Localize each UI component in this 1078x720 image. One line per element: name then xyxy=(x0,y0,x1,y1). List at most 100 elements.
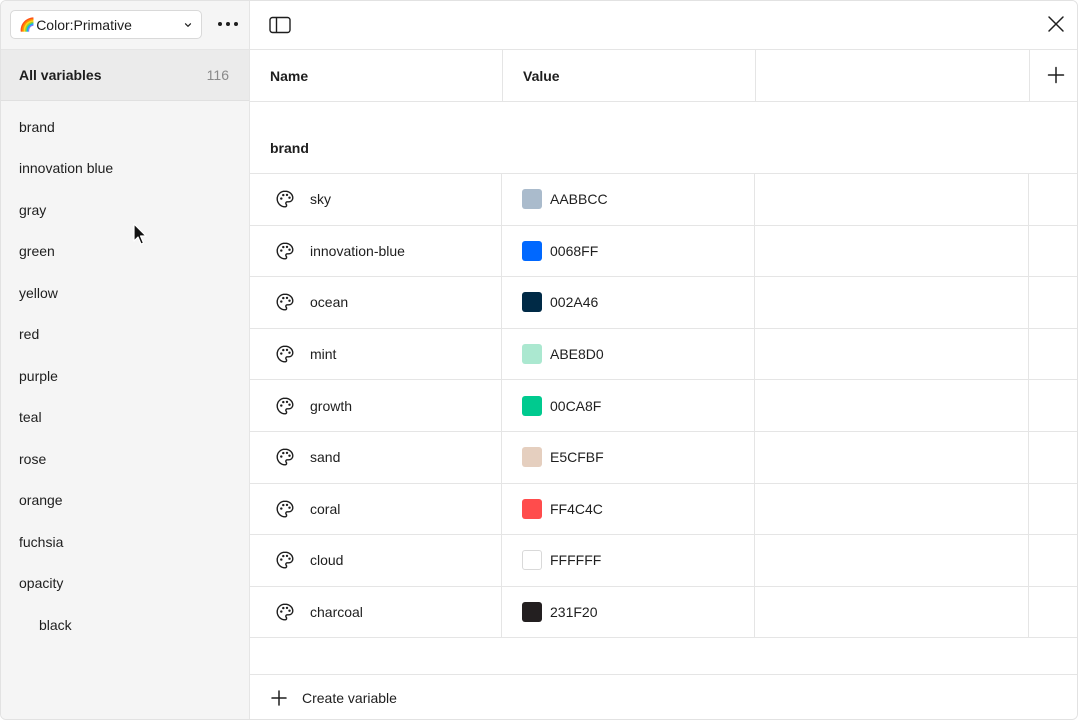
column-header-name[interactable]: Name xyxy=(270,50,308,101)
color-swatch[interactable] xyxy=(522,344,542,365)
sidebar-item-orange[interactable]: orange xyxy=(1,480,249,522)
table-row[interactable]: sky AABBCC xyxy=(250,174,1077,226)
cursor-icon xyxy=(133,223,147,245)
color-hex-value: AABBCC xyxy=(550,191,608,208)
sidebar-item-green[interactable]: green xyxy=(1,231,249,273)
variable-name: sand xyxy=(310,449,341,466)
palette-icon xyxy=(276,500,294,518)
empty-mode-cell[interactable] xyxy=(755,277,1029,328)
palette-icon xyxy=(276,190,294,208)
empty-mode-cell[interactable] xyxy=(755,328,1029,380)
color-hex-value: 0068FF xyxy=(550,242,599,259)
empty-mode-cell[interactable] xyxy=(755,225,1029,277)
color-swatch[interactable] xyxy=(522,447,542,468)
table-row[interactable]: charcoal 231F20 xyxy=(250,586,1077,639)
variable-value-cell[interactable]: 002A46 xyxy=(502,277,755,328)
group-list: brand innovation blue gray green yellow … xyxy=(1,106,249,646)
variable-name-cell[interactable]: innovation-blue xyxy=(250,225,502,277)
sidebar-item-red[interactable]: red xyxy=(1,314,249,356)
color-swatch[interactable] xyxy=(522,292,542,313)
column-header-value[interactable]: Value xyxy=(523,50,560,101)
variable-name: mint xyxy=(310,346,337,363)
sidebar-item-teal[interactable]: teal xyxy=(1,397,249,439)
variable-name-cell[interactable]: growth xyxy=(250,380,502,431)
color-swatch[interactable] xyxy=(522,498,542,519)
collection-select[interactable]: 🌈 Color:Primative xyxy=(10,10,202,39)
color-swatch[interactable] xyxy=(522,189,542,210)
sidebar-item-innovation-blue[interactable]: innovation blue xyxy=(1,148,249,190)
palette-icon xyxy=(276,293,294,311)
sidebar-item-rose[interactable]: rose xyxy=(1,438,249,480)
color-swatch[interactable] xyxy=(522,395,542,416)
table-row[interactable]: ocean 002A46 xyxy=(250,277,1077,329)
create-variable-label: Create variable xyxy=(302,690,397,706)
color-hex-value: E5CFBF xyxy=(550,449,604,466)
create-variable-button[interactable]: Create variable xyxy=(250,674,1077,719)
sidebar-item-brand[interactable]: brand xyxy=(1,106,249,148)
table-row[interactable]: cloud FFFFFF xyxy=(250,535,1077,587)
close-icon[interactable] xyxy=(1047,15,1065,33)
empty-mode-cell[interactable] xyxy=(755,174,1029,225)
sidebar-item-fuchsia[interactable]: fuchsia xyxy=(1,521,249,563)
all-variables-item[interactable]: All variables 116 xyxy=(1,50,249,101)
column-divider xyxy=(755,50,756,101)
sidebar-item-opacity[interactable]: opacity xyxy=(1,563,249,605)
color-hex-value: FF4C4C xyxy=(550,500,603,517)
palette-icon xyxy=(276,551,294,569)
color-hex-value: 00CA8F xyxy=(550,397,602,414)
collection-name: Color:Primative xyxy=(36,16,132,33)
column-divider xyxy=(1029,50,1030,101)
variables-window: 🌈 Color:Primative All variables 116 bran… xyxy=(0,0,1078,720)
sidebar-item-gray[interactable]: gray xyxy=(1,189,249,231)
variable-name-cell[interactable]: cloud xyxy=(250,535,502,586)
all-variables-label: All variables xyxy=(19,67,102,83)
empty-mode-cell[interactable] xyxy=(755,431,1029,483)
table-row[interactable]: innovation-blue 0068FF xyxy=(250,225,1077,278)
rainbow-emoji: 🌈 xyxy=(19,17,36,32)
variable-value-cell[interactable]: E5CFBF xyxy=(502,431,755,483)
plus-icon xyxy=(271,690,287,706)
sidebar-item-black[interactable]: black xyxy=(1,604,249,646)
plus-icon[interactable] xyxy=(1047,66,1065,84)
variable-name: charcoal xyxy=(310,604,363,621)
variable-name-cell[interactable]: mint xyxy=(250,328,502,380)
empty-mode-cell[interactable] xyxy=(755,535,1029,586)
top-toolbar xyxy=(250,1,1077,50)
color-swatch[interactable] xyxy=(522,550,542,571)
color-swatch[interactable] xyxy=(522,240,542,261)
variables-table: sky AABBCC innovation-blue 0068FF ocean 002A4… xyxy=(250,173,1077,639)
variable-name-cell[interactable]: ocean xyxy=(250,277,502,328)
variable-value-cell[interactable]: 0068FF xyxy=(502,225,755,277)
table-row[interactable]: mint ABE8D0 xyxy=(250,328,1077,381)
table-row[interactable]: sand E5CFBF xyxy=(250,431,1077,484)
variable-value-cell[interactable]: ABE8D0 xyxy=(502,328,755,380)
group-title: brand xyxy=(270,140,309,156)
variable-name-cell[interactable]: charcoal xyxy=(250,586,502,638)
variable-value-cell[interactable]: FFFFFF xyxy=(502,535,755,586)
variable-value-cell[interactable]: 231F20 xyxy=(502,586,755,638)
variable-value-cell[interactable]: AABBCC xyxy=(502,174,755,225)
palette-icon xyxy=(276,397,294,415)
more-icon xyxy=(218,22,238,26)
variable-name: growth xyxy=(310,397,353,414)
variable-name-cell[interactable]: sand xyxy=(250,431,502,483)
variable-name: ocean xyxy=(310,294,349,311)
variable-name-cell[interactable]: coral xyxy=(250,483,502,535)
palette-icon xyxy=(276,345,294,363)
empty-mode-cell[interactable] xyxy=(755,483,1029,535)
table-row[interactable]: growth 00CA8F xyxy=(250,380,1077,432)
sidebar-item-purple[interactable]: purple xyxy=(1,355,249,397)
variable-value-cell[interactable]: 00CA8F xyxy=(502,380,755,431)
variable-name: innovation-blue xyxy=(310,242,405,259)
color-swatch[interactable] xyxy=(522,602,542,623)
more-options-button[interactable] xyxy=(214,14,242,34)
variable-value-cell[interactable]: FF4C4C xyxy=(502,483,755,535)
sidebar-toggle-icon[interactable] xyxy=(269,16,291,34)
empty-mode-cell[interactable] xyxy=(755,586,1029,638)
color-hex-value: ABE8D0 xyxy=(550,346,604,363)
sidebar: 🌈 Color:Primative All variables 116 bran… xyxy=(1,1,250,719)
variable-name-cell[interactable]: sky xyxy=(250,174,502,225)
sidebar-item-yellow[interactable]: yellow xyxy=(1,272,249,314)
table-row[interactable]: coral FF4C4C xyxy=(250,483,1077,536)
empty-mode-cell[interactable] xyxy=(755,380,1029,431)
